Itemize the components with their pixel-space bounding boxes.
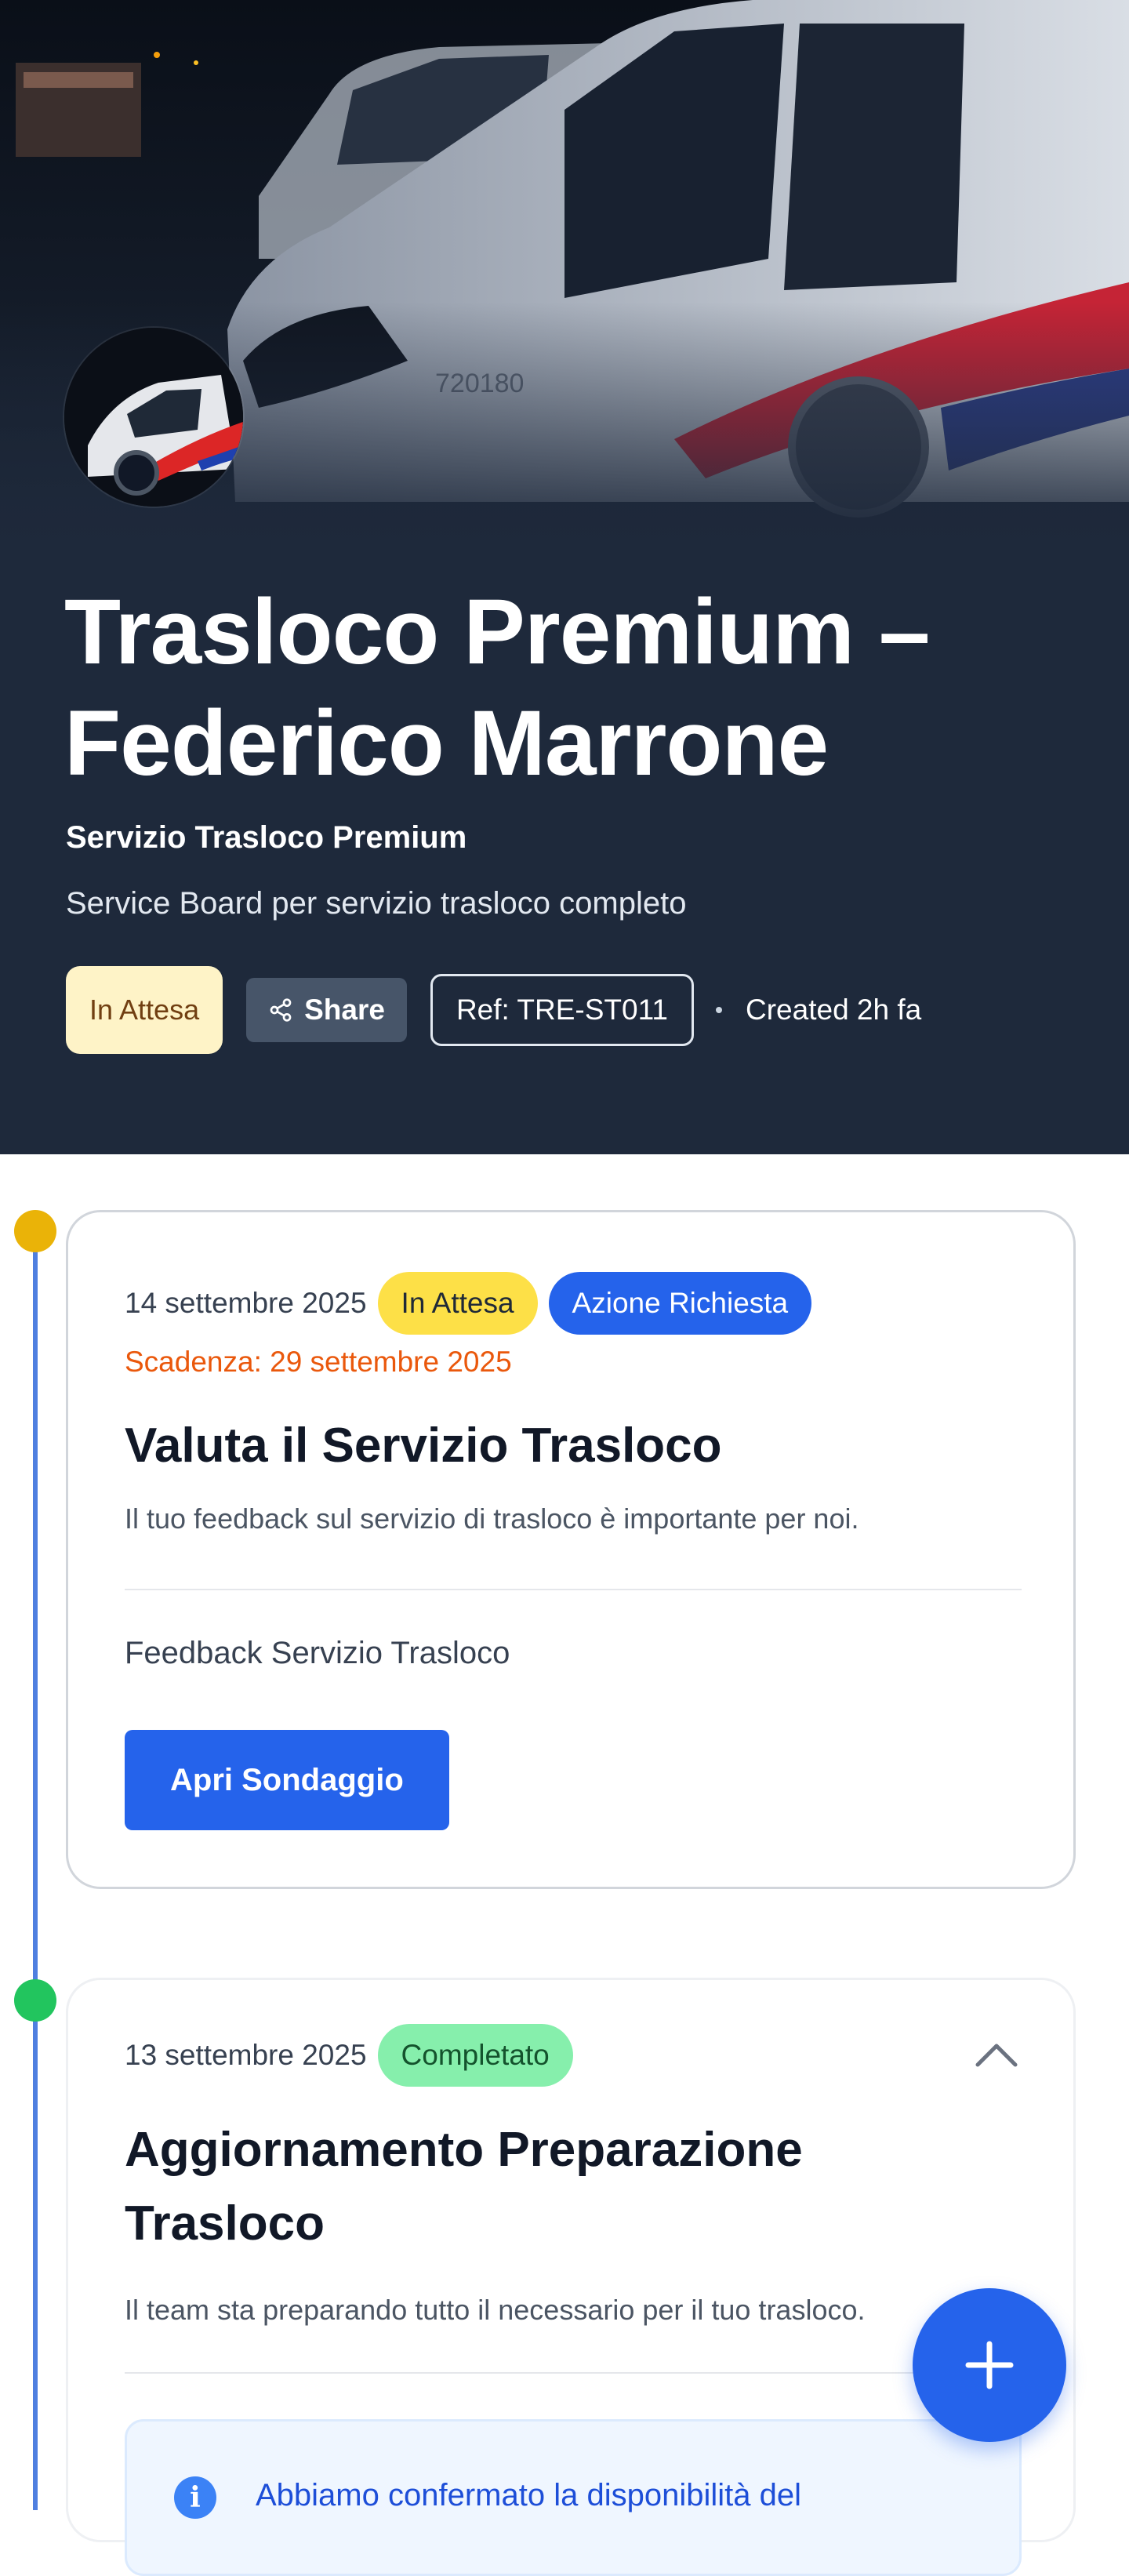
timeline-dot-pending (14, 1210, 56, 1252)
header-meta-row: In Attesa Share Ref: TRE-ST011 Created 2… (66, 966, 921, 1054)
card-title: Valuta il Servizio Trasloco (125, 1419, 722, 1473)
van-avatar-image (64, 328, 243, 507)
chevron-up-icon[interactable] (973, 2035, 1020, 2074)
card-description: Il tuo feedback sul servizio di trasloco… (125, 1502, 859, 1535)
share-button[interactable]: Share (246, 978, 407, 1042)
created-timestamp: Created 2h fa (746, 994, 922, 1026)
share-label: Share (304, 994, 385, 1026)
card-date: 14 settembre 2025 (125, 1287, 367, 1319)
info-text: Abbiamo confermato la disponibilità del (256, 2478, 801, 2512)
action-required-badge: Azione Richiesta (548, 1272, 812, 1335)
add-fab-button[interactable] (913, 2288, 1066, 2442)
plus-icon (965, 2341, 1014, 2389)
service-description: Service Board per servizio trasloco comp… (66, 886, 687, 921)
status-badge: Completato (377, 2024, 573, 2087)
service-header: 720180 Trasloco Premium – Federico Marro… (0, 0, 1129, 1154)
survey-label: Feedback Servizio Trasloco (125, 1636, 510, 1670)
card-divider (125, 2372, 1022, 2374)
timeline-dot-completed (14, 1979, 56, 2022)
card-meta-row: 13 settembre 2025 Completato (125, 2022, 573, 2088)
card-meta-row: 14 settembre 2025 In Attesa Azione Richi… (125, 1270, 812, 1336)
status-badge: In Attesa (66, 966, 223, 1054)
timeline-line (33, 1231, 38, 2510)
service-name: Servizio Trasloco Premium (66, 820, 467, 855)
deadline-text: Scadenza: 29 settembre 2025 (125, 1346, 512, 1378)
share-icon (270, 998, 292, 1022)
status-badge: In Attesa (377, 1272, 538, 1335)
service-avatar (64, 328, 243, 507)
timeline-card-preparation: 13 settembre 2025 Completato Aggiornamen… (66, 1978, 1076, 2576)
page-title: Trasloco Premium – Federico Marrone (64, 580, 930, 795)
info-callout: i Abbiamo confermato la disponibilità de… (125, 2419, 1022, 2576)
info-icon: i (174, 2476, 216, 2519)
timeline-card-feedback: 14 settembre 2025 In Attesa Azione Richi… (66, 1210, 1076, 1889)
card-title: Aggiornamento Preparazione Trasloco (125, 2123, 803, 2251)
separator-dot (716, 1007, 723, 1013)
card-date: 13 settembre 2025 (125, 2039, 367, 2071)
card-divider (125, 1589, 1022, 1590)
open-survey-button[interactable]: Apri Sondaggio (125, 1730, 449, 1830)
reference-badge: Ref: TRE-ST011 (430, 974, 695, 1046)
card-description: Il team sta preparando tutto il necessar… (125, 2294, 866, 2326)
